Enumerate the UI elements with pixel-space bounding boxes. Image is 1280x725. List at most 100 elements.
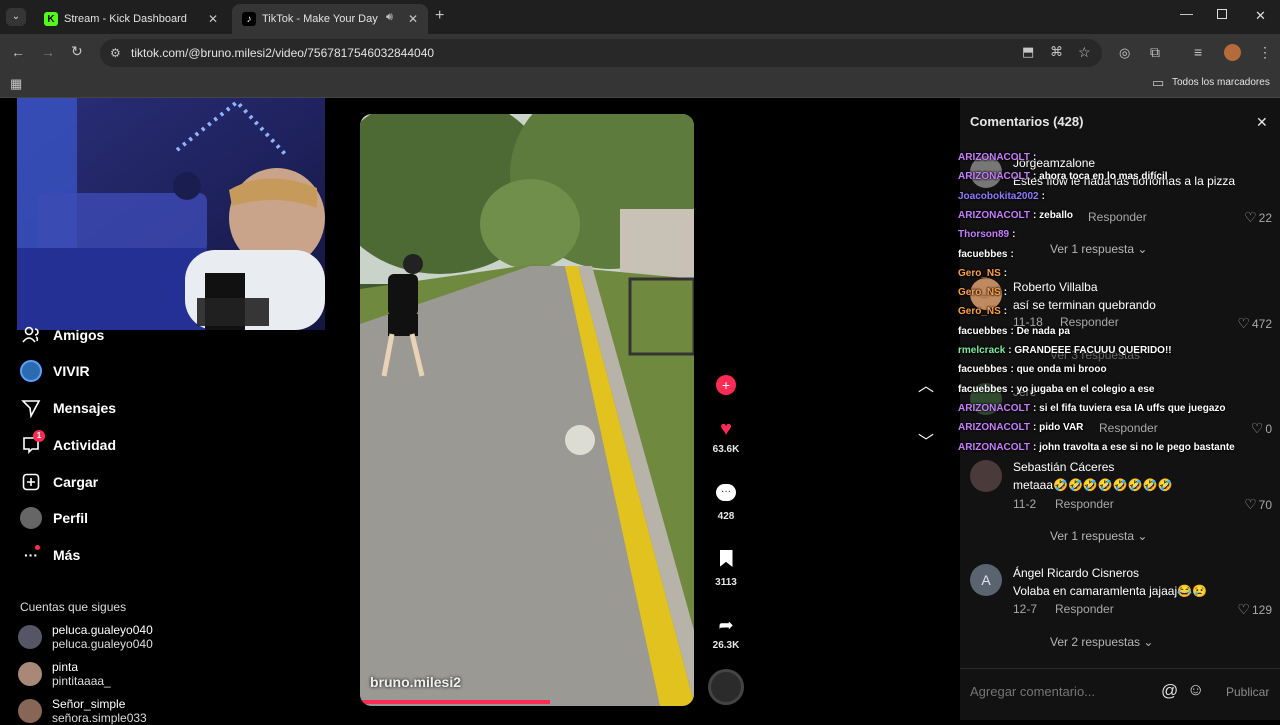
share-count: 26.3K bbox=[712, 640, 740, 651]
avatar-letter[interactable]: A bbox=[970, 564, 1002, 596]
close-tab-icon[interactable]: ✕ bbox=[408, 12, 418, 26]
comment-like[interactable]: ♡ 472 bbox=[1237, 315, 1272, 332]
view-replies-button[interactable]: Ver 1 respuesta ⌄ bbox=[1050, 529, 1147, 543]
comment-like[interactable]: ♡ 0 bbox=[1251, 420, 1272, 437]
comment-like[interactable]: ♡ 70 bbox=[1244, 496, 1272, 513]
video-author[interactable]: bruno.milesi2 bbox=[370, 674, 461, 690]
reply-button[interactable]: Responder bbox=[1055, 497, 1114, 511]
chat-message: facuebbes: que onda mi brooo bbox=[958, 364, 1107, 375]
extensions-puzzle-icon[interactable]: ⧉ bbox=[1150, 44, 1160, 60]
tab-title: TikTok - Make Your Day bbox=[262, 13, 378, 25]
comment-like[interactable]: ♡ 22 bbox=[1244, 209, 1272, 226]
comment-input[interactable] bbox=[970, 678, 1160, 704]
publish-button[interactable]: Publicar bbox=[1226, 685, 1269, 699]
save-action[interactable]: 3113 bbox=[706, 550, 746, 588]
activity-badge: 1 bbox=[33, 430, 45, 442]
mention-icon[interactable]: @ bbox=[1161, 681, 1178, 701]
comment-author[interactable]: Ángel Ricardo Cisneros bbox=[1013, 566, 1207, 580]
reload-icon[interactable]: ↻ bbox=[71, 43, 83, 59]
video-player[interactable]: bruno.milesi2 bbox=[360, 114, 694, 706]
comment-like-count: 129 bbox=[1251, 602, 1272, 617]
following-account[interactable]: pinta pintitaaaa_ bbox=[18, 660, 111, 688]
share-icon[interactable]: ➦ bbox=[706, 614, 746, 636]
all-bookmarks-link[interactable]: Todos los marcadores bbox=[1172, 77, 1270, 88]
prev-video-chevron-icon[interactable]: ︿ bbox=[918, 372, 934, 396]
chat-username: ARIZONACOLT bbox=[958, 171, 1031, 182]
avatar[interactable] bbox=[970, 460, 1002, 492]
install-app-icon[interactable]: ⬒ bbox=[1022, 44, 1034, 60]
heart-icon[interactable]: ♥ bbox=[706, 418, 746, 440]
forward-icon[interactable]: → bbox=[41, 44, 55, 60]
minimize-icon[interactable]: — bbox=[1180, 6, 1193, 21]
nav-messages[interactable]: Mensajes bbox=[20, 397, 116, 419]
nav-profile[interactable]: Perfil bbox=[20, 507, 88, 529]
nav-activity[interactable]: 1 Actividad bbox=[20, 430, 116, 456]
save-count: 3113 bbox=[715, 577, 737, 588]
reply-button[interactable]: Responder bbox=[1099, 421, 1158, 435]
emoji-icon[interactable]: ☺ bbox=[1187, 680, 1204, 700]
nav-more[interactable]: ··· Más bbox=[20, 544, 80, 566]
following-account[interactable]: Señor_simple señora.simple033 bbox=[18, 697, 147, 725]
nav-friends[interactable]: Amigos bbox=[20, 324, 104, 346]
reply-button[interactable]: Responder bbox=[1088, 210, 1147, 224]
menu-icon[interactable]: ⋮ bbox=[1258, 44, 1272, 60]
tab-kick-dashboard[interactable]: K Stream - Kick Dashboard ✕ bbox=[34, 4, 228, 34]
following-account[interactable]: peluca.gualeyo040 peluca.gualeyo040 bbox=[18, 623, 153, 651]
more-icon: ··· bbox=[24, 545, 40, 563]
chat-separator: : bbox=[1012, 229, 1016, 240]
comment-item: Sebastián Cáceres metaaa🤣🤣🤣🤣🤣🤣🤣🤣 bbox=[1013, 460, 1173, 492]
chat-text: que onda mi brooo bbox=[1016, 364, 1107, 375]
sound-disc[interactable] bbox=[708, 669, 744, 705]
restore-icon[interactable] bbox=[1217, 9, 1227, 19]
chevron-down-icon: ⌄ bbox=[1137, 242, 1148, 256]
like-count: 63.6K bbox=[712, 444, 740, 455]
like-action[interactable]: ♥ 63.6K bbox=[706, 418, 746, 455]
kick-logo-icon: K bbox=[44, 12, 58, 26]
follow-plus-icon[interactable]: + bbox=[716, 375, 736, 395]
close-window-icon[interactable]: ✕ bbox=[1255, 8, 1266, 24]
chat-message: Gero_NS: bbox=[958, 306, 1007, 317]
next-video-chevron-icon[interactable]: ﹀ bbox=[918, 428, 934, 452]
comment-icon[interactable]: ··· bbox=[716, 484, 736, 501]
chat-message: Gero_NS: bbox=[958, 268, 1007, 279]
heart-outline-icon: ♡ bbox=[1244, 496, 1257, 512]
profile-avatar[interactable] bbox=[1224, 44, 1241, 61]
bookmark-star-icon[interactable]: ☆ bbox=[1078, 44, 1091, 60]
address-bar[interactable]: ⚙ tiktok.com/@bruno.milesi2/video/756781… bbox=[100, 39, 1102, 67]
following-title: Cuentas que sigues bbox=[20, 600, 127, 614]
comment-like[interactable]: ♡ 129 bbox=[1237, 601, 1272, 618]
site-info-icon[interactable]: ⚙ bbox=[110, 45, 121, 61]
media-control-icon[interactable]: ≡ bbox=[1194, 44, 1202, 60]
nav-live[interactable]: VIVIR bbox=[20, 360, 90, 382]
tab-search-button[interactable]: ⌄ bbox=[6, 8, 26, 26]
audio-playing-icon[interactable]: 🔊︎ bbox=[386, 11, 393, 24]
translate-icon[interactable]: ⌘ bbox=[1050, 44, 1063, 60]
comment-author[interactable]: Jorgeamzalone bbox=[1013, 156, 1235, 170]
view-replies-button[interactable]: Ver 1 respuesta ⌄ bbox=[1050, 242, 1147, 256]
comment-author[interactable]: Sebastián Cáceres bbox=[1013, 460, 1173, 474]
apps-grid-icon[interactable]: ▦ bbox=[10, 76, 22, 92]
chat-username: Thorson89 bbox=[958, 229, 1010, 240]
nav-upload[interactable]: Cargar bbox=[20, 471, 98, 493]
bookmark-icon[interactable] bbox=[719, 550, 733, 567]
chat-message: facuebbes: De nada pa bbox=[958, 326, 1070, 337]
chat-separator: : bbox=[1003, 268, 1008, 279]
comment-action[interactable]: ··· 428 bbox=[706, 484, 746, 522]
close-comments-icon[interactable]: ✕ bbox=[1256, 114, 1268, 131]
back-icon[interactable]: ← bbox=[11, 44, 25, 60]
share-action[interactable]: ➦ 26.3K bbox=[706, 614, 746, 651]
nav-label: Amigos bbox=[53, 327, 105, 343]
extension-icon[interactable]: ◎ bbox=[1119, 45, 1130, 61]
view-replies-label: Ver 2 respuestas bbox=[1050, 635, 1141, 649]
heart-outline-icon: ♡ bbox=[1237, 315, 1250, 331]
comment-author[interactable]: Roberto Villalba bbox=[1013, 280, 1156, 294]
chat-message: ARIZONACOLT: zeballo bbox=[958, 210, 1073, 221]
close-tab-icon[interactable]: ✕ bbox=[208, 12, 218, 26]
activity-icon: 1 bbox=[20, 430, 45, 456]
comment-text: así se terminan quebrando bbox=[1013, 298, 1156, 312]
reply-button[interactable]: Responder bbox=[1055, 602, 1114, 616]
new-tab-icon[interactable]: + bbox=[435, 7, 444, 25]
view-replies-button[interactable]: Ver 2 respuestas ⌄ bbox=[1050, 635, 1153, 649]
tab-tiktok[interactable]: ♪ TikTok - Make Your Day 🔊︎ ✕ bbox=[232, 4, 428, 34]
chat-message: rmelcrack: GRANDEEE FACUUU QUERIDO!! bbox=[958, 345, 1172, 356]
